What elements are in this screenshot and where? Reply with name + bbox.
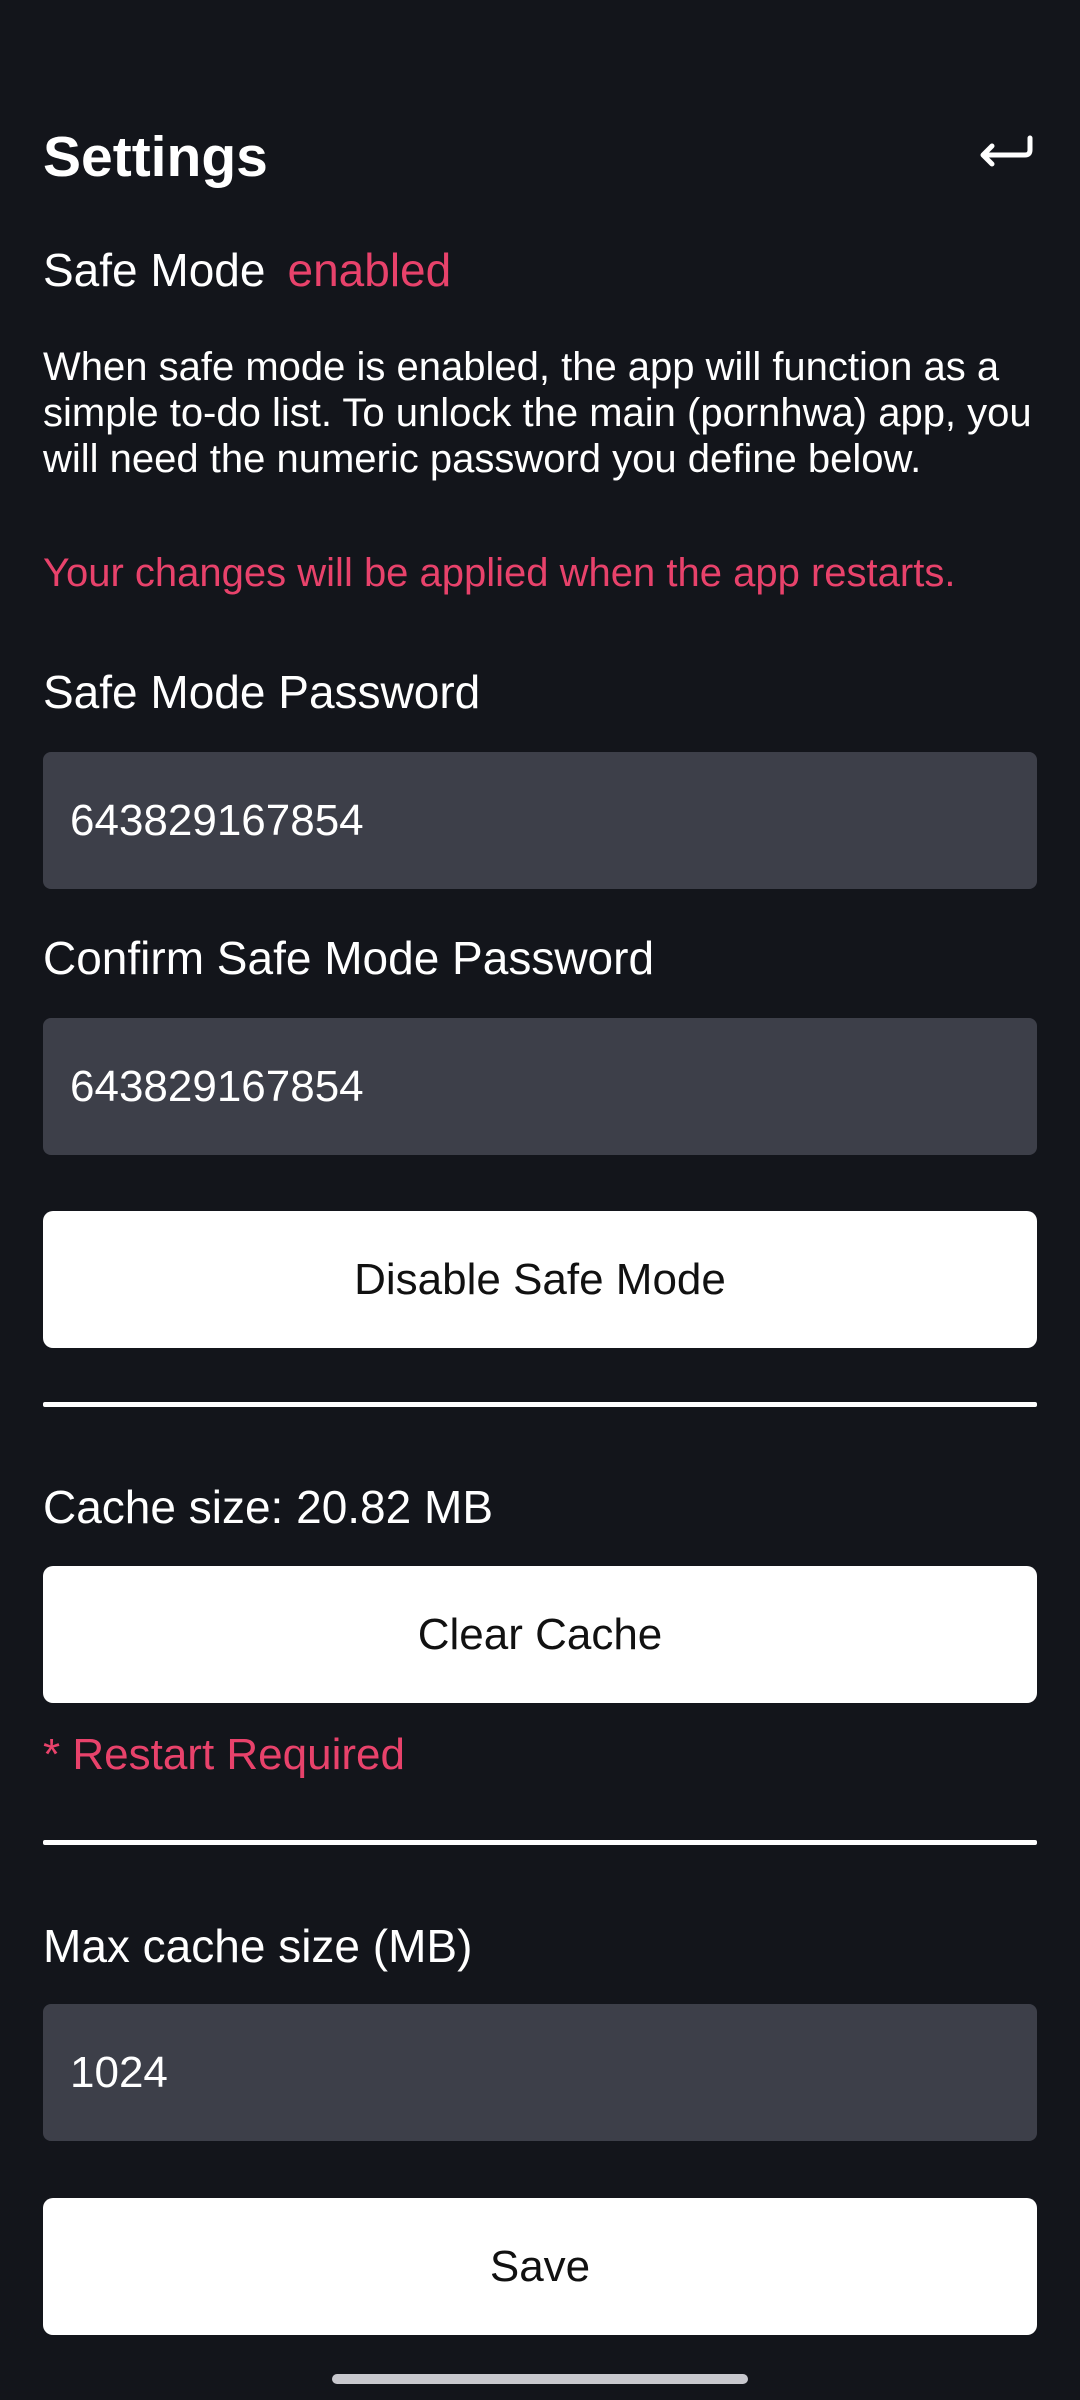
back-button[interactable]	[970, 122, 1040, 182]
home-indicator[interactable]	[332, 2374, 748, 2384]
safe-mode-password-label: Safe Mode Password	[43, 666, 481, 718]
clear-cache-button[interactable]: Clear Cache	[43, 1566, 1037, 1703]
save-button[interactable]: Save	[43, 2198, 1037, 2335]
disable-safe-mode-button[interactable]: Disable Safe Mode	[43, 1211, 1037, 1348]
safe-mode-description: When safe mode is enabled, the app will …	[43, 345, 1032, 481]
confirm-password-label: Confirm Safe Mode Password	[43, 932, 655, 984]
max-cache-size-input[interactable]	[43, 2004, 1037, 2141]
safe-mode-password-input[interactable]	[43, 752, 1037, 889]
safe-mode-status: enabled	[287, 244, 452, 296]
confirm-password-input[interactable]	[43, 1018, 1037, 1155]
safe-mode-label: Safe Mode	[43, 244, 266, 296]
section-divider	[43, 1840, 1037, 1845]
page-title: Settings	[43, 125, 268, 189]
restart-warning: Your changes will be applied when the ap…	[43, 551, 956, 595]
max-cache-size-label: Max cache size (MB)	[43, 1920, 473, 1972]
section-divider	[43, 1402, 1037, 1407]
restart-required-note: * Restart Required	[43, 1730, 405, 1779]
cache-size-text: Cache size: 20.82 MB	[43, 1481, 494, 1533]
safe-mode-row: Safe Mode enabled	[43, 240, 451, 300]
return-arrow-icon	[980, 135, 1033, 167]
